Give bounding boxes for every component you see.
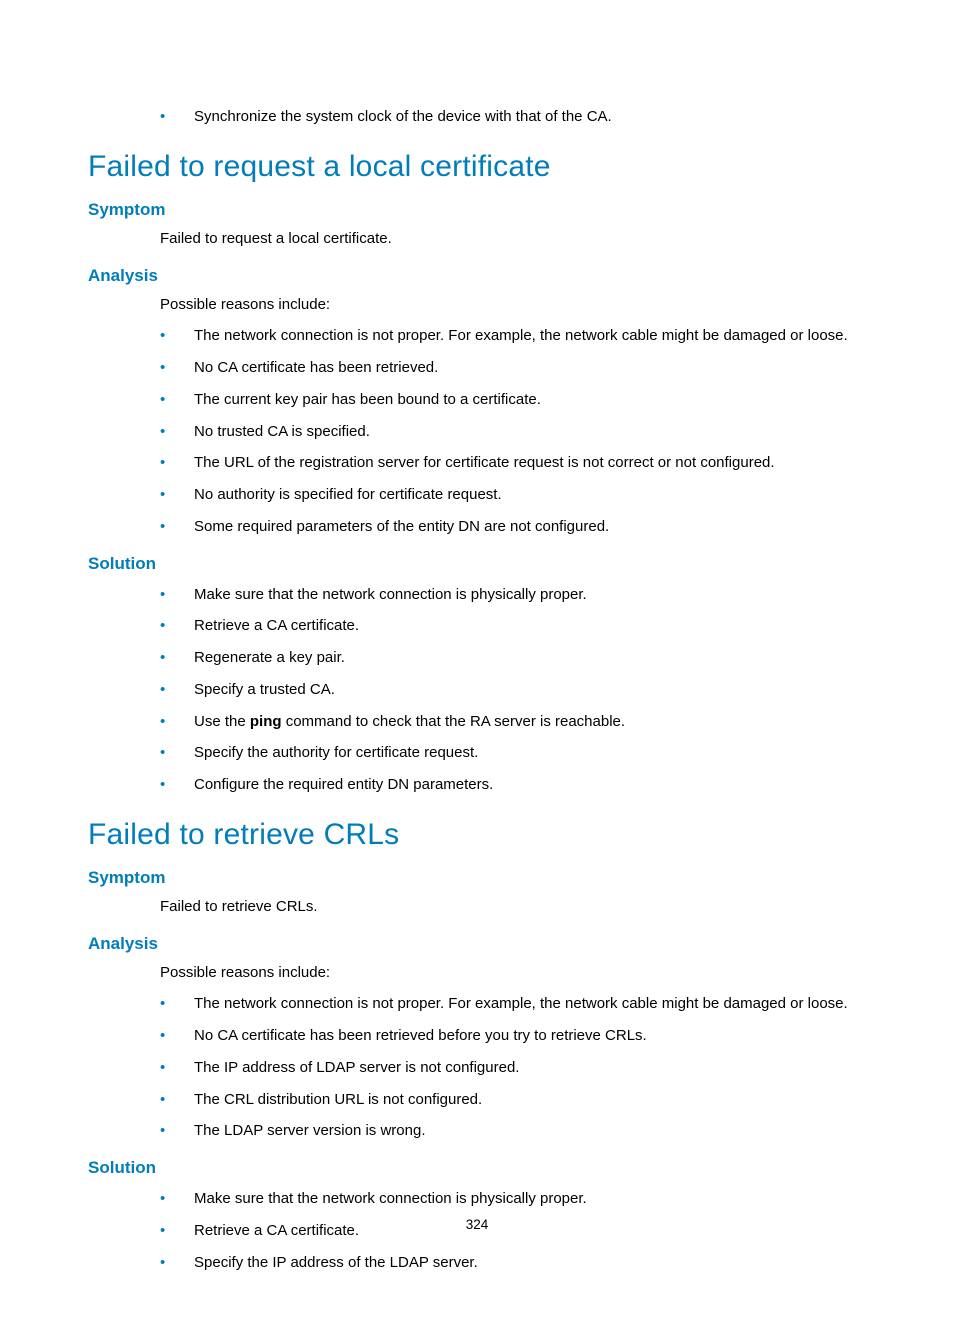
list-item: The IP address of LDAP server is not con… [160, 1057, 866, 1079]
list-item: Retrieve a CA certificate. [160, 615, 866, 637]
list-item: The URL of the registration server for c… [160, 452, 866, 474]
page-number: 324 [0, 1217, 954, 1232]
analysis-intro-2: Possible reasons include: [160, 962, 866, 984]
page-container: Synchronize the system clock of the devi… [0, 0, 954, 1323]
subhead-analysis-2: Analysis [88, 934, 866, 954]
solution-list-1: Make sure that the network connection is… [160, 584, 866, 796]
subhead-solution-2: Solution [88, 1158, 866, 1178]
text: Use the [194, 713, 250, 730]
list-item: Specify the IP address of the LDAP serve… [160, 1252, 866, 1274]
top-bullets: Synchronize the system clock of the devi… [160, 106, 866, 128]
bold-text: ping [250, 713, 282, 730]
analysis-intro-1: Possible reasons include: [160, 294, 866, 316]
list-item: The current key pair has been bound to a… [160, 389, 866, 411]
list-item: Make sure that the network connection is… [160, 584, 866, 606]
subhead-solution-1: Solution [88, 554, 866, 574]
list-item: No CA certificate has been retrieved bef… [160, 1025, 866, 1047]
symptom-text-1: Failed to request a local certificate. [160, 228, 866, 250]
list-item: No authority is specified for certificat… [160, 484, 866, 506]
list-item: No trusted CA is specified. [160, 421, 866, 443]
list-item: No CA certificate has been retrieved. [160, 357, 866, 379]
list-item: Configure the required entity DN paramet… [160, 774, 866, 796]
list-item: Regenerate a key pair. [160, 647, 866, 669]
text: command to check that the RA server is r… [282, 713, 626, 730]
subhead-analysis-1: Analysis [88, 266, 866, 286]
analysis-list-2: The network connection is not proper. Fo… [160, 993, 866, 1142]
list-item: Synchronize the system clock of the devi… [160, 106, 866, 128]
list-item: The LDAP server version is wrong. [160, 1120, 866, 1142]
section-title-2: Failed to retrieve CRLs [88, 818, 866, 852]
list-item: Make sure that the network connection is… [160, 1188, 866, 1210]
list-item: The network connection is not proper. Fo… [160, 993, 866, 1015]
subhead-symptom-2: Symptom [88, 868, 866, 888]
list-item: Some required parameters of the entity D… [160, 516, 866, 538]
subhead-symptom-1: Symptom [88, 200, 866, 220]
symptom-text-2: Failed to retrieve CRLs. [160, 896, 866, 918]
list-item: The network connection is not proper. Fo… [160, 325, 866, 347]
list-item: Specify the authority for certificate re… [160, 742, 866, 764]
section-title-1: Failed to request a local certificate [88, 150, 866, 184]
list-item: Use the ping command to check that the R… [160, 711, 866, 733]
list-item: The CRL distribution URL is not configur… [160, 1089, 866, 1111]
analysis-list-1: The network connection is not proper. Fo… [160, 325, 866, 537]
list-item: Specify a trusted CA. [160, 679, 866, 701]
